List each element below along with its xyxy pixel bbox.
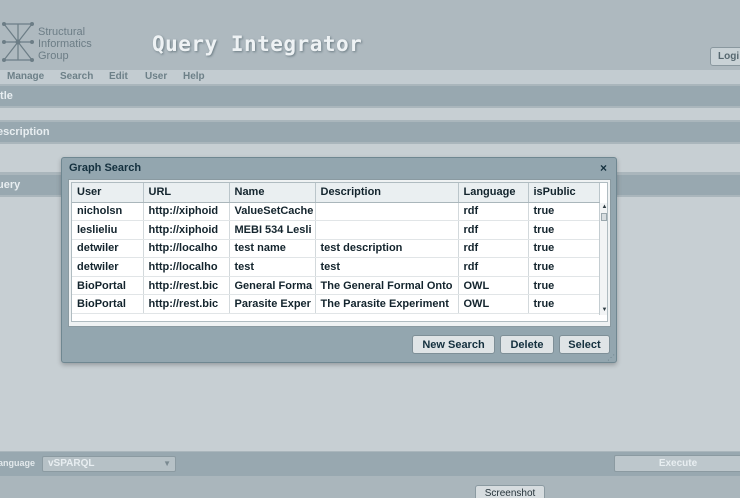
title-section-label: itle [0,86,740,106]
column-header-language[interactable]: Language [458,183,529,203]
cell-description [315,220,459,240]
cell-ispublic: true [528,239,600,259]
results-panel: User URL Name Description Language isPub… [68,179,611,327]
cell-name: Parasite Exper [229,294,316,315]
cell-language: OWL [458,276,529,296]
menu-item-search[interactable]: Search [60,71,93,82]
logo-text: Structural Informatics Group [38,26,92,62]
column-header-description[interactable]: Description [315,183,459,203]
cell-user: detwiler [72,239,144,259]
title-input[interactable] [0,108,740,120]
language-select[interactable]: vSPARQL ▼ [42,456,176,472]
cell-name: General Forma [229,276,316,296]
cell-description: The Parasite Experiment [315,294,459,315]
cell-url: http://rest.bic [143,276,230,296]
cell-ispublic: true [528,257,600,277]
table-row[interactable]: detwiler http://localho test test rdf tr… [72,257,600,277]
menu-item-help[interactable]: Help [183,71,205,82]
cell-description: test [315,257,459,277]
resize-grip-icon[interactable]: ⋰ [607,353,616,362]
menu-bar: Manage Search Edit User Help [0,70,740,84]
cell-language: OWL [458,294,529,315]
cell-ispublic: true [528,276,600,296]
dialog-title: Graph Search [69,162,142,174]
table-header-row: User URL Name Description Language isPub… [72,183,600,203]
cell-name: MEBI 534 Lesli [229,220,316,240]
cell-url: http://xiphoid [143,202,230,222]
table-scrollbar[interactable]: ▲ ▼ [599,203,607,315]
chevron-down-icon: ▼ [163,459,171,468]
graph-search-dialog: Graph Search × User URL Name Description… [61,157,617,363]
cell-url: http://localho [143,257,230,277]
cell-ispublic: true [528,294,600,315]
results-grid: User URL Name Description Language isPub… [71,182,608,322]
cell-language: rdf [458,202,529,222]
delete-button[interactable]: Delete [500,335,554,354]
cell-description [315,202,459,222]
cell-language: rdf [458,239,529,259]
cell-url: http://xiphoid [143,220,230,240]
table-row[interactable]: detwiler http://localho test name test d… [72,239,600,259]
cell-language: rdf [458,257,529,277]
cell-ispublic: true [528,220,600,240]
table-row[interactable]: leslieliu http://xiphoid MEBI 534 Lesli … [72,220,600,240]
column-header-url[interactable]: URL [143,183,230,203]
login-button[interactable]: Logi [710,47,740,66]
cell-url: http://localho [143,239,230,259]
menu-item-user[interactable]: User [145,71,167,82]
execute-button[interactable]: Execute [614,455,740,472]
menu-item-edit[interactable]: Edit [109,71,128,82]
cell-language: rdf [458,220,529,240]
language-label: anguage [0,458,36,468]
cell-url: http://rest.bic [143,294,230,315]
scrollbar-thumb[interactable] [601,213,607,221]
table-row[interactable]: BioPortal http://rest.bic General Forma … [72,276,600,296]
language-select-value: vSPARQL [48,458,95,469]
close-icon[interactable]: × [600,161,607,175]
column-header-name[interactable]: Name [229,183,316,203]
app-title: Query Integrator [152,32,363,56]
structural-informatics-logo-icon [2,22,34,62]
menu-item-manage[interactable]: Manage [7,71,44,82]
cell-name: test name [229,239,316,259]
cell-description: The General Formal Onto [315,276,459,296]
table-row[interactable]: BioPortal http://rest.bic Parasite Exper… [72,294,600,315]
column-header-ispublic[interactable]: isPublic [528,183,600,203]
cell-user: nicholsn [72,202,144,222]
scroll-up-icon[interactable]: ▲ [600,203,607,212]
select-button[interactable]: Select [559,335,610,354]
screenshot-button[interactable]: Screenshot [475,485,545,498]
cell-description: test description [315,239,459,259]
new-search-button[interactable]: New Search [412,335,495,354]
table-row[interactable]: nicholsn http://xiphoid ValueSetCache rd… [72,202,600,222]
scroll-down-icon[interactable]: ▼ [600,306,607,315]
cell-user: detwiler [72,257,144,277]
column-header-user[interactable]: User [72,183,144,203]
cell-user: leslieliu [72,220,144,240]
cell-name: ValueSetCache [229,202,316,222]
cell-ispublic: true [528,202,600,222]
app-header: Structural Informatics Group Query Integ… [0,0,740,70]
cell-name: test [229,257,316,277]
results-table: User URL Name Description Language isPub… [72,183,600,315]
description-section-label: escription [0,122,740,142]
cell-user: BioPortal [72,276,144,296]
cell-user: BioPortal [72,294,144,315]
